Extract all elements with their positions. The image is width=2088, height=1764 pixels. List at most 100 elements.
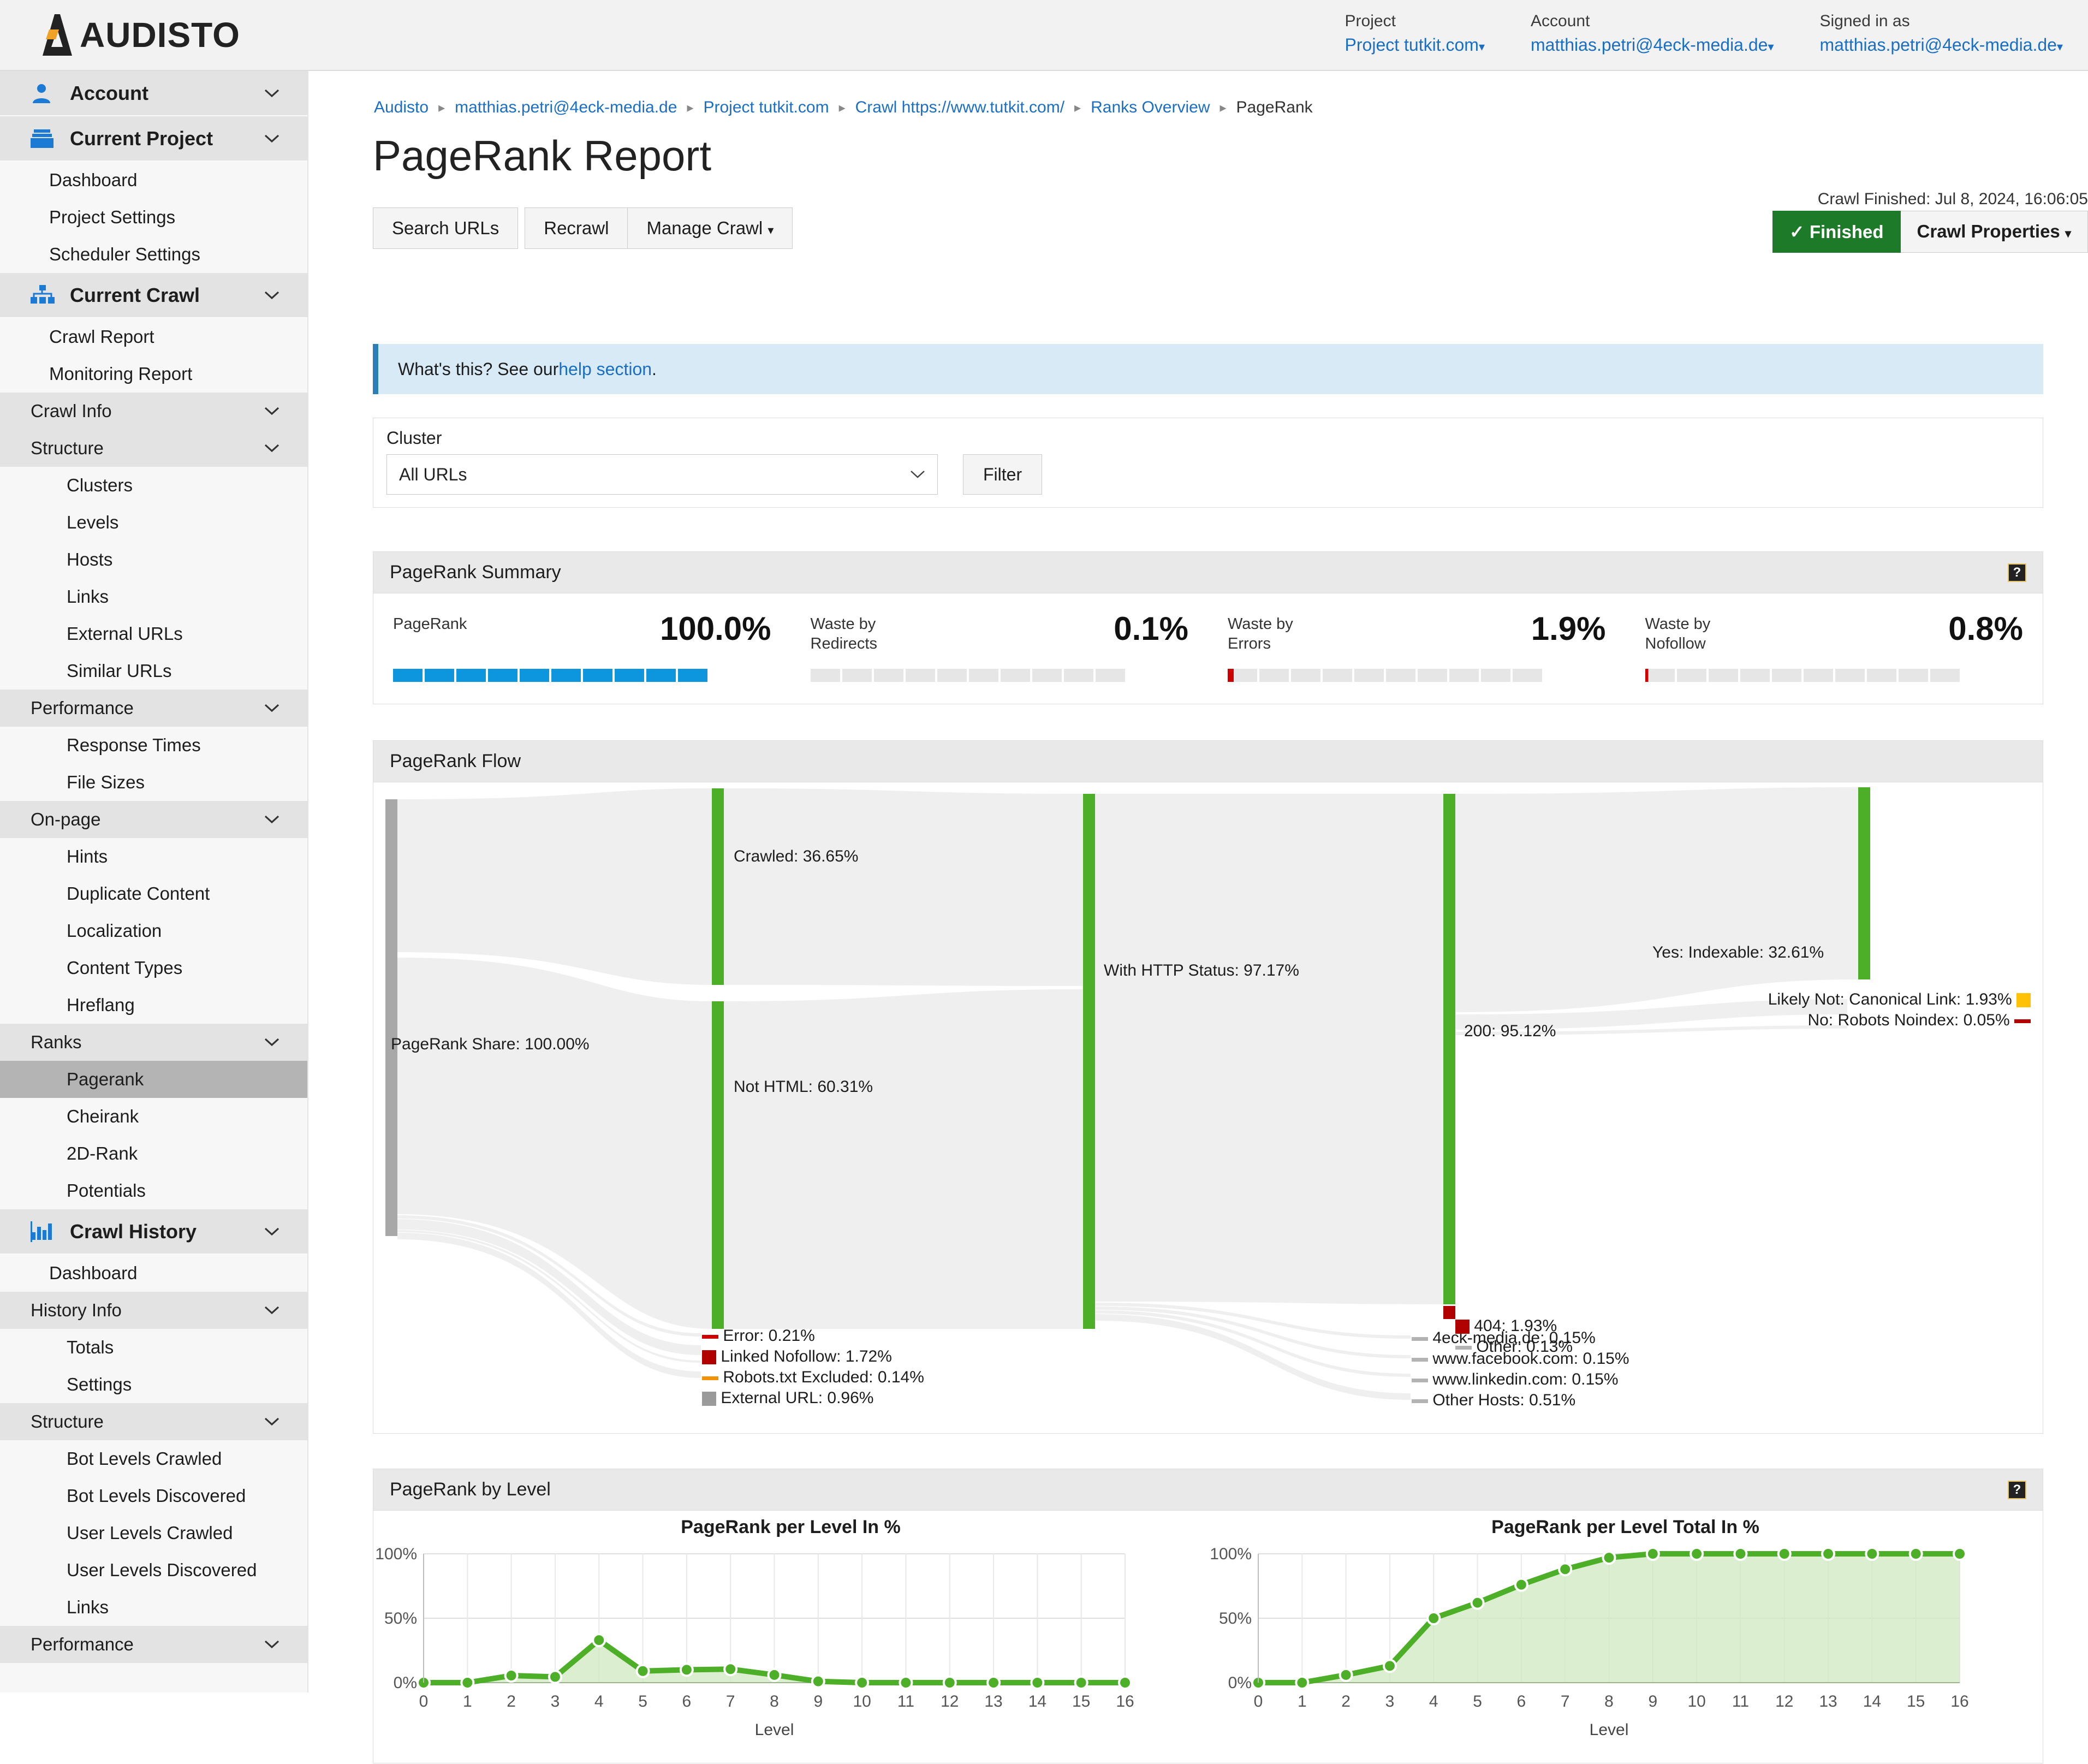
sidebar-section-label: Current Crawl (70, 283, 200, 306)
sidebar-item-totals[interactable]: Totals (0, 1329, 307, 1366)
header-account-value[interactable]: matthias.petri@4eck-media.de▾ (1531, 35, 1774, 55)
help-section-link[interactable]: help section (558, 359, 652, 379)
sidebar-item-dashboard[interactable]: Dashboard (0, 1255, 307, 1292)
chart-pagerank-per-level: PageRank per Level In % 0% 50% 100% 0 1 2 3 4 5 6… (373, 1511, 1208, 1764)
svg-text:1: 1 (463, 1692, 472, 1710)
summary-bar-segment (1803, 669, 1833, 682)
sidebar-section-current-crawl[interactable]: Current Crawl (0, 273, 307, 318)
sidebar-group-structure[interactable]: Structure (0, 430, 307, 467)
sidebar-item-cheirank[interactable]: Cheirank (0, 1098, 307, 1135)
filter-button[interactable]: Filter (963, 454, 1043, 495)
sankey-label-200: 200: 95.12% (1464, 1022, 1556, 1040)
summary-bar-segment (1291, 669, 1320, 682)
summary-bar-segment (583, 669, 612, 682)
chevron-down-icon (264, 1306, 279, 1315)
sankey-leaf: www.linkedin.com: 0.15% (1412, 1370, 1619, 1389)
summary-bar-segment (393, 669, 423, 682)
sidebar-item-scheduler-settings[interactable]: Scheduler Settings (0, 236, 307, 273)
cluster-select-value: All URLs (399, 464, 467, 484)
breadcrumb-item[interactable]: Project tutkit.com (703, 98, 829, 117)
sidebar-item-links[interactable]: Links (0, 578, 307, 615)
sidebar-item-links[interactable]: Links (0, 1589, 307, 1626)
legend-swatch (2016, 993, 2031, 1008)
sidebar-item-crawl-report[interactable]: Crawl Report (0, 318, 307, 355)
chevron-down-icon (264, 407, 279, 415)
status-badge-finished[interactable]: ✓ Finished (1772, 211, 1901, 253)
sidebar-item-dashboard[interactable]: Dashboard (0, 162, 307, 199)
svg-text:9: 9 (813, 1692, 823, 1710)
summary-metric-waste-by-nofollow: Waste by Nofollow 0.8% (1626, 604, 2043, 686)
svg-text:9: 9 (1648, 1692, 1657, 1710)
sidebar-group-on-page[interactable]: On-page (0, 801, 307, 838)
sidebar-item-levels[interactable]: Levels (0, 504, 307, 541)
header-signedin-value[interactable]: matthias.petri@4eck-media.de▾ (1820, 35, 2063, 55)
sidebar-group-structure[interactable]: Structure (0, 1403, 307, 1440)
sidebar-section-current-project[interactable]: Current Project (0, 116, 307, 162)
sidebar-item-bot-levels-discovered[interactable]: Bot Levels Discovered (0, 1477, 307, 1514)
audisto-logo[interactable]: AUDISTO (33, 13, 240, 57)
sankey-node-nothtml (712, 1001, 724, 1329)
legend-swatch (1412, 1357, 1428, 1362)
sidebar-item-user-levels-discovered[interactable]: User Levels Discovered (0, 1552, 307, 1589)
summary-metric-bar (393, 669, 707, 682)
sidebar-section-account[interactable]: Account (0, 71, 307, 116)
header-project-value[interactable]: Project tutkit.com▾ (1345, 35, 1485, 55)
sidebar-item-file-sizes[interactable]: File Sizes (0, 764, 307, 801)
pagerank-by-level-header: PageRank by Level ? (373, 1469, 2043, 1511)
breadcrumb-separator-icon: ▸ (838, 100, 846, 115)
breadcrumb-item[interactable]: Crawl https://www.tutkit.com/ (855, 98, 1064, 117)
sidebar-group-crawl-info[interactable]: Crawl Info (0, 393, 307, 430)
sidebar-item-pagerank[interactable]: Pagerank (0, 1061, 307, 1098)
sidebar-group-ranks[interactable]: Ranks (0, 1024, 307, 1061)
sidebar-item-clusters[interactable]: Clusters (0, 467, 307, 504)
sidebar-item-hints[interactable]: Hints (0, 838, 307, 875)
sidebar-item-external-urls[interactable]: External URLs (0, 615, 307, 652)
svg-text:50%: 50% (1219, 1609, 1252, 1628)
help-icon[interactable]: ? (2008, 1480, 2026, 1499)
sidebar-item-duplicate-content[interactable]: Duplicate Content (0, 875, 307, 912)
sidebar-item-hreflang[interactable]: Hreflang (0, 987, 307, 1024)
breadcrumb-item[interactable]: Ranks Overview (1091, 98, 1210, 117)
sidebar-item-content-types[interactable]: Content Types (0, 949, 307, 987)
sidebar-item-monitoring-report[interactable]: Monitoring Report (0, 355, 307, 393)
sidebar-group-label: Performance (31, 1634, 134, 1654)
breadcrumb-item[interactable]: matthias.petri@4eck-media.de (455, 98, 677, 117)
sidebar-item-similar-urls[interactable]: Similar URLs (0, 652, 307, 690)
chevron-down-icon: ▾ (2056, 40, 2063, 54)
sidebar-item-bot-levels-crawled[interactable]: Bot Levels Crawled (0, 1440, 307, 1477)
summary-bar-segment (520, 669, 549, 682)
manage-crawl-button[interactable]: Manage Crawl ▾ (628, 207, 793, 249)
sidebar-item-2d-rank[interactable]: 2D-Rank (0, 1135, 307, 1172)
sidebar-navigation[interactable]: Account Current Project Dashboard Project S… (0, 71, 308, 1692)
recrawl-button[interactable]: Recrawl (525, 207, 628, 249)
cluster-select[interactable]: All URLs (386, 454, 938, 495)
sidebar-item-project-settings[interactable]: Project Settings (0, 199, 307, 236)
sidebar-group-label: Performance (31, 698, 134, 718)
sidebar-group-history-info[interactable]: History Info (0, 1292, 307, 1329)
sidebar-item-localization[interactable]: Localization (0, 912, 307, 949)
breadcrumb-item[interactable]: Audisto (374, 98, 429, 117)
sidebar-section-crawl-history[interactable]: Crawl History (0, 1209, 307, 1255)
chevron-down-icon (264, 1417, 279, 1426)
help-icon[interactable]: ? (2008, 563, 2026, 582)
sidebar-group-performance[interactable]: Performance (0, 1626, 307, 1663)
svg-text:12: 12 (941, 1692, 959, 1710)
sankey-label-httpstatus: With HTTP Status: 97.17% (1104, 961, 1299, 979)
audisto-mark-icon (43, 14, 72, 56)
sidebar-item-response-times[interactable]: Response Times (0, 727, 307, 764)
svg-text:6: 6 (682, 1692, 692, 1710)
breadcrumb[interactable]: Audisto ▸ matthias.petri@4eck-media.de ▸ Pro… (374, 98, 1313, 117)
svg-text:8: 8 (770, 1692, 779, 1710)
sidebar-group-performance[interactable]: Performance (0, 690, 307, 727)
crawl-properties-button[interactable]: Crawl Properties ▾ (1900, 211, 2088, 253)
chart-svg: 0%50%100%0 1 2 3 4 5 6 7 8 9 10 11 12 13 14 15 16Level (375, 1545, 1134, 1739)
svg-text:15: 15 (1072, 1692, 1090, 1710)
svg-text:50%: 50% (384, 1609, 417, 1628)
sidebar-item-settings[interactable]: Settings (0, 1366, 307, 1403)
sidebar-item-user-levels-crawled[interactable]: User Levels Crawled (0, 1514, 307, 1552)
summary-bar-segment (1481, 669, 1510, 682)
search-urls-button[interactable]: Search URLs (373, 207, 519, 249)
sidebar-item-hosts[interactable]: Hosts (0, 541, 307, 578)
summary-metric-waste-by-errors: Waste by Errors 1.9% (1208, 604, 1626, 686)
sidebar-item-potentials[interactable]: Potentials (0, 1172, 307, 1209)
